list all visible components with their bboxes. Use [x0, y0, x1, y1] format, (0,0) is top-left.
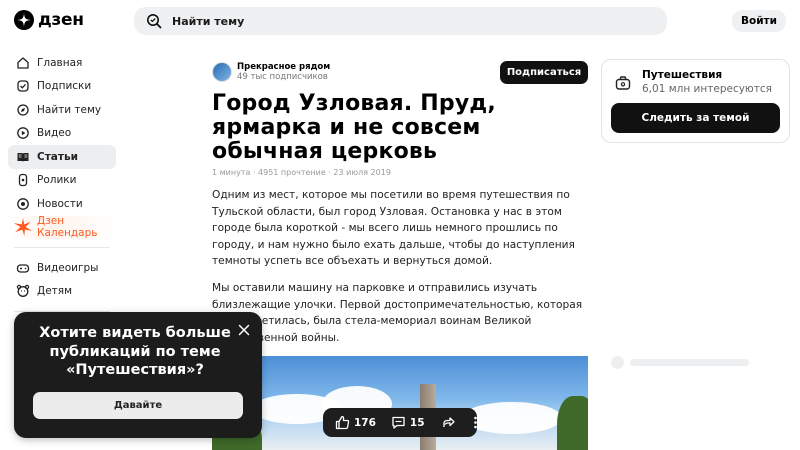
sidebar-item-home[interactable]: Главная [8, 51, 116, 75]
sidebar-divider [14, 247, 110, 248]
shorts-icon [18, 174, 28, 187]
compass-icon [17, 104, 29, 116]
sidebar-item-label: Найти тему [37, 103, 102, 116]
author-subscribers: 49 тыс подписчиков [237, 72, 328, 82]
comment-icon [392, 416, 405, 429]
article-paragraph: Мы оставили машину на парковке и отправи… [212, 281, 583, 344]
home-icon [17, 57, 29, 69]
sidebar-item-label: Детям [37, 285, 73, 298]
suitcase-icon [615, 76, 631, 90]
sidebar: Главная Подписки Найти тему Видео Статьи… [8, 51, 116, 320]
article-meta: 1 минута · 4951 прочтение · 23 июля 2019 [212, 168, 391, 177]
book-icon [17, 152, 29, 162]
gamepad-icon [16, 264, 30, 273]
subscribe-button[interactable]: Подписаться [500, 61, 588, 84]
sidebar-item-shorts[interactable]: Ролики [8, 169, 116, 193]
comment-count: 15 [409, 416, 425, 429]
sidebar-item-news[interactable]: Новости [8, 192, 116, 216]
popup-text: Хотите видеть больше публикаций по теме … [39, 325, 231, 378]
topic-suggestion-popup: Хотите видеть больше публикаций по теме … [14, 312, 262, 438]
sidebar-item-label: Дзен Календарь [37, 215, 98, 240]
author-name[interactable]: Прекрасное рядом [237, 62, 330, 72]
article: Прекрасное рядом 49 тыс подписчиков Подп… [212, 58, 588, 346]
sidebar-item-label: Видеоигры [37, 261, 99, 274]
search-icon [147, 14, 162, 29]
like-count: 176 [354, 416, 376, 429]
topic-card: Путешествия 6,01 млн интересуются Следит… [601, 59, 790, 143]
sidebar-item-kids[interactable]: Детям [8, 280, 116, 304]
follow-topic-button[interactable]: Следить за темой [611, 103, 780, 133]
article-paragraph: Одним из мест, которое мы посетили во вр… [212, 189, 575, 268]
topic-name[interactable]: Путешествия [642, 69, 722, 81]
close-icon[interactable] [238, 324, 250, 336]
video-icon [17, 127, 29, 140]
sidebar-item-label: Новости [37, 197, 83, 210]
share-button[interactable] [441, 415, 460, 430]
sidebar-item-video[interactable]: Видео [8, 122, 116, 146]
loading-skeleton-dot [611, 356, 624, 369]
logo-text: дзен [38, 10, 84, 30]
sidebar-item-label: Ролики [37, 174, 77, 187]
search-placeholder: Найти тему [172, 14, 245, 28]
share-icon [442, 417, 455, 427]
more-vertical-icon [473, 416, 477, 429]
dzen-logo[interactable]: дзен [14, 10, 84, 30]
news-icon [17, 197, 29, 210]
sidebar-item-subscriptions[interactable]: Подписки [8, 75, 116, 99]
sidebar-item-label: Статьи [37, 150, 78, 163]
loading-skeleton-bar [630, 359, 749, 366]
comments-button[interactable]: 15 [391, 415, 425, 430]
sidebar-item-label: Подписки [37, 80, 92, 93]
burst-icon [14, 218, 32, 237]
sidebar-item-videogames[interactable]: Видеоигры [8, 256, 116, 280]
sidebar-item-label: Главная [37, 56, 83, 69]
dzen-logo-icon [14, 10, 34, 30]
sidebar-item-articles[interactable]: Статьи [8, 145, 116, 169]
topic-count: 6,01 млн интересуются [642, 83, 772, 95]
more-button[interactable] [468, 415, 487, 430]
article-title: Город Узловая. Пруд, ярмарка и не совсем… [212, 91, 496, 164]
search-input[interactable]: Найти тему [134, 7, 667, 35]
sidebar-item-calendar[interactable]: Дзен Календарь [8, 215, 116, 240]
header: дзен Найти тему Войти [0, 0, 800, 42]
like-button[interactable]: 176 [335, 415, 376, 430]
sidebar-item-label: Видео [37, 127, 72, 140]
kids-icon [16, 285, 30, 298]
sidebar-item-find-topic[interactable]: Найти тему [8, 98, 116, 122]
subscriptions-icon [17, 80, 29, 92]
popup-accept-button[interactable]: Давайте [33, 392, 243, 419]
thumbs-up-icon [335, 415, 350, 430]
article-action-bar: 176 15 [323, 408, 477, 437]
author-avatar[interactable] [212, 62, 232, 82]
login-button[interactable]: Войти [732, 10, 786, 32]
photo-tree [557, 396, 588, 450]
